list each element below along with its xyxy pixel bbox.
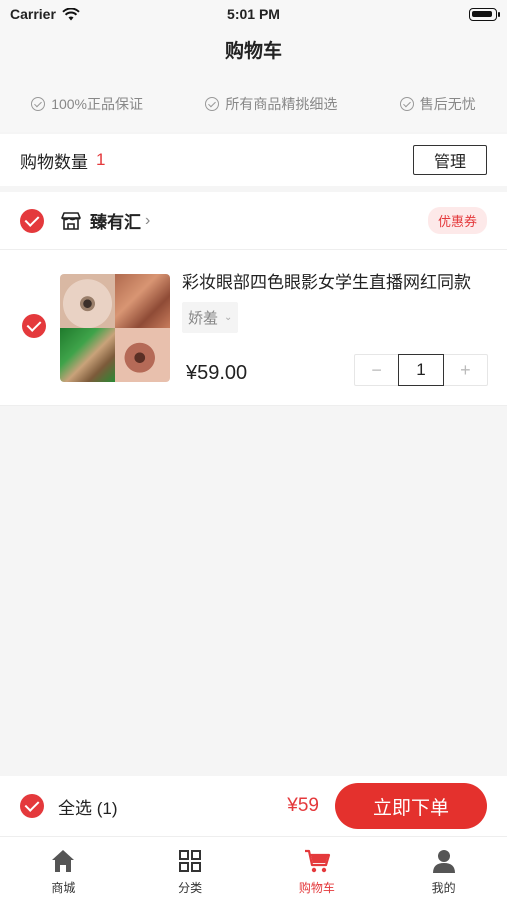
guarantee-item: 售后无忧 [399, 94, 476, 114]
grid-icon [179, 850, 202, 872]
order-button[interactable]: 立即下单 [335, 783, 487, 829]
select-all-label[interactable]: 全选 (1) [58, 794, 118, 819]
product-image-part [60, 274, 115, 328]
item-select-checkbox[interactable] [22, 314, 46, 338]
tab-label: 我的 [431, 881, 456, 895]
guarantee-item: 所有商品精挑细选 [205, 94, 337, 114]
guarantee-label: 所有商品精挑细选 [225, 96, 338, 112]
quantity-value[interactable]: 1 [398, 354, 444, 386]
chevron-down-icon: ⌄ [224, 312, 233, 323]
spec-selector[interactable]: 娇羞 ⌄ [182, 302, 239, 333]
cart-count-label: 购物数量 [20, 152, 88, 172]
shop-header: 臻有汇 › 优惠券 [0, 192, 507, 250]
product-image-part [115, 274, 170, 328]
spec-label: 娇羞 [188, 310, 219, 327]
cart-item: 彩妆眼部四色眼影女学生直播网红同款 娇羞 ⌄ ¥59.00 − 1 + [0, 250, 507, 406]
tab-label: 商城 [51, 881, 76, 895]
checkout-bar: 全选 (1) ¥59 立即下单 [0, 776, 507, 836]
cart-count-bar: 购物数量 1 管理 [0, 134, 507, 186]
tab-profile[interactable]: 我的 [380, 837, 507, 900]
total-price: ¥59 [287, 795, 319, 816]
manage-button[interactable]: 管理 [413, 145, 487, 175]
select-all-checkbox[interactable] [20, 794, 44, 818]
quantity-stepper: − 1 + [354, 354, 488, 386]
user-icon [432, 850, 455, 873]
clock: 5:01 PM [227, 6, 280, 22]
cart-icon [304, 849, 330, 873]
guarantee-label: 100%正品保证 [51, 96, 143, 112]
guarantee-bar: 100%正品保证 所有商品精挑细选 售后无忧 [0, 76, 507, 132]
tab-bar: 商城 分类 购物车 我的 [0, 836, 507, 900]
product-image[interactable] [60, 274, 170, 382]
cart-count-value: 1 [96, 150, 106, 169]
status-bar: Carrier 5:01 PM [0, 0, 507, 28]
chevron-right-icon[interactable]: › [145, 212, 150, 230]
check-circle-icon [399, 97, 414, 111]
decrement-button[interactable]: − [355, 355, 398, 385]
guarantee-item: 100%正品保证 [31, 94, 143, 114]
shop-select-checkbox[interactable] [20, 208, 44, 233]
guarantee-label: 售后无忧 [419, 96, 476, 112]
check-circle-icon [205, 97, 220, 111]
tab-label: 分类 [178, 881, 203, 895]
check-circle-icon [31, 97, 46, 111]
store-icon [61, 211, 81, 230]
product-image-part [60, 328, 115, 382]
tab-cart[interactable]: 购物车 [254, 837, 381, 900]
page-title: 购物车 [0, 28, 507, 76]
tab-label: 购物车 [298, 881, 335, 895]
increment-button[interactable]: + [444, 355, 487, 385]
home-icon [52, 850, 75, 872]
battery-icon [469, 8, 500, 21]
product-title[interactable]: 彩妆眼部四色眼影女学生直播网红同款 [182, 268, 482, 293]
tab-category[interactable]: 分类 [127, 837, 254, 900]
coupon-button[interactable]: 优惠券 [427, 207, 487, 234]
shop-name-link[interactable]: 臻有汇 [90, 208, 141, 233]
product-price: ¥59.00 [186, 362, 248, 384]
tab-home[interactable]: 商城 [0, 837, 127, 900]
product-image-part [115, 328, 170, 382]
